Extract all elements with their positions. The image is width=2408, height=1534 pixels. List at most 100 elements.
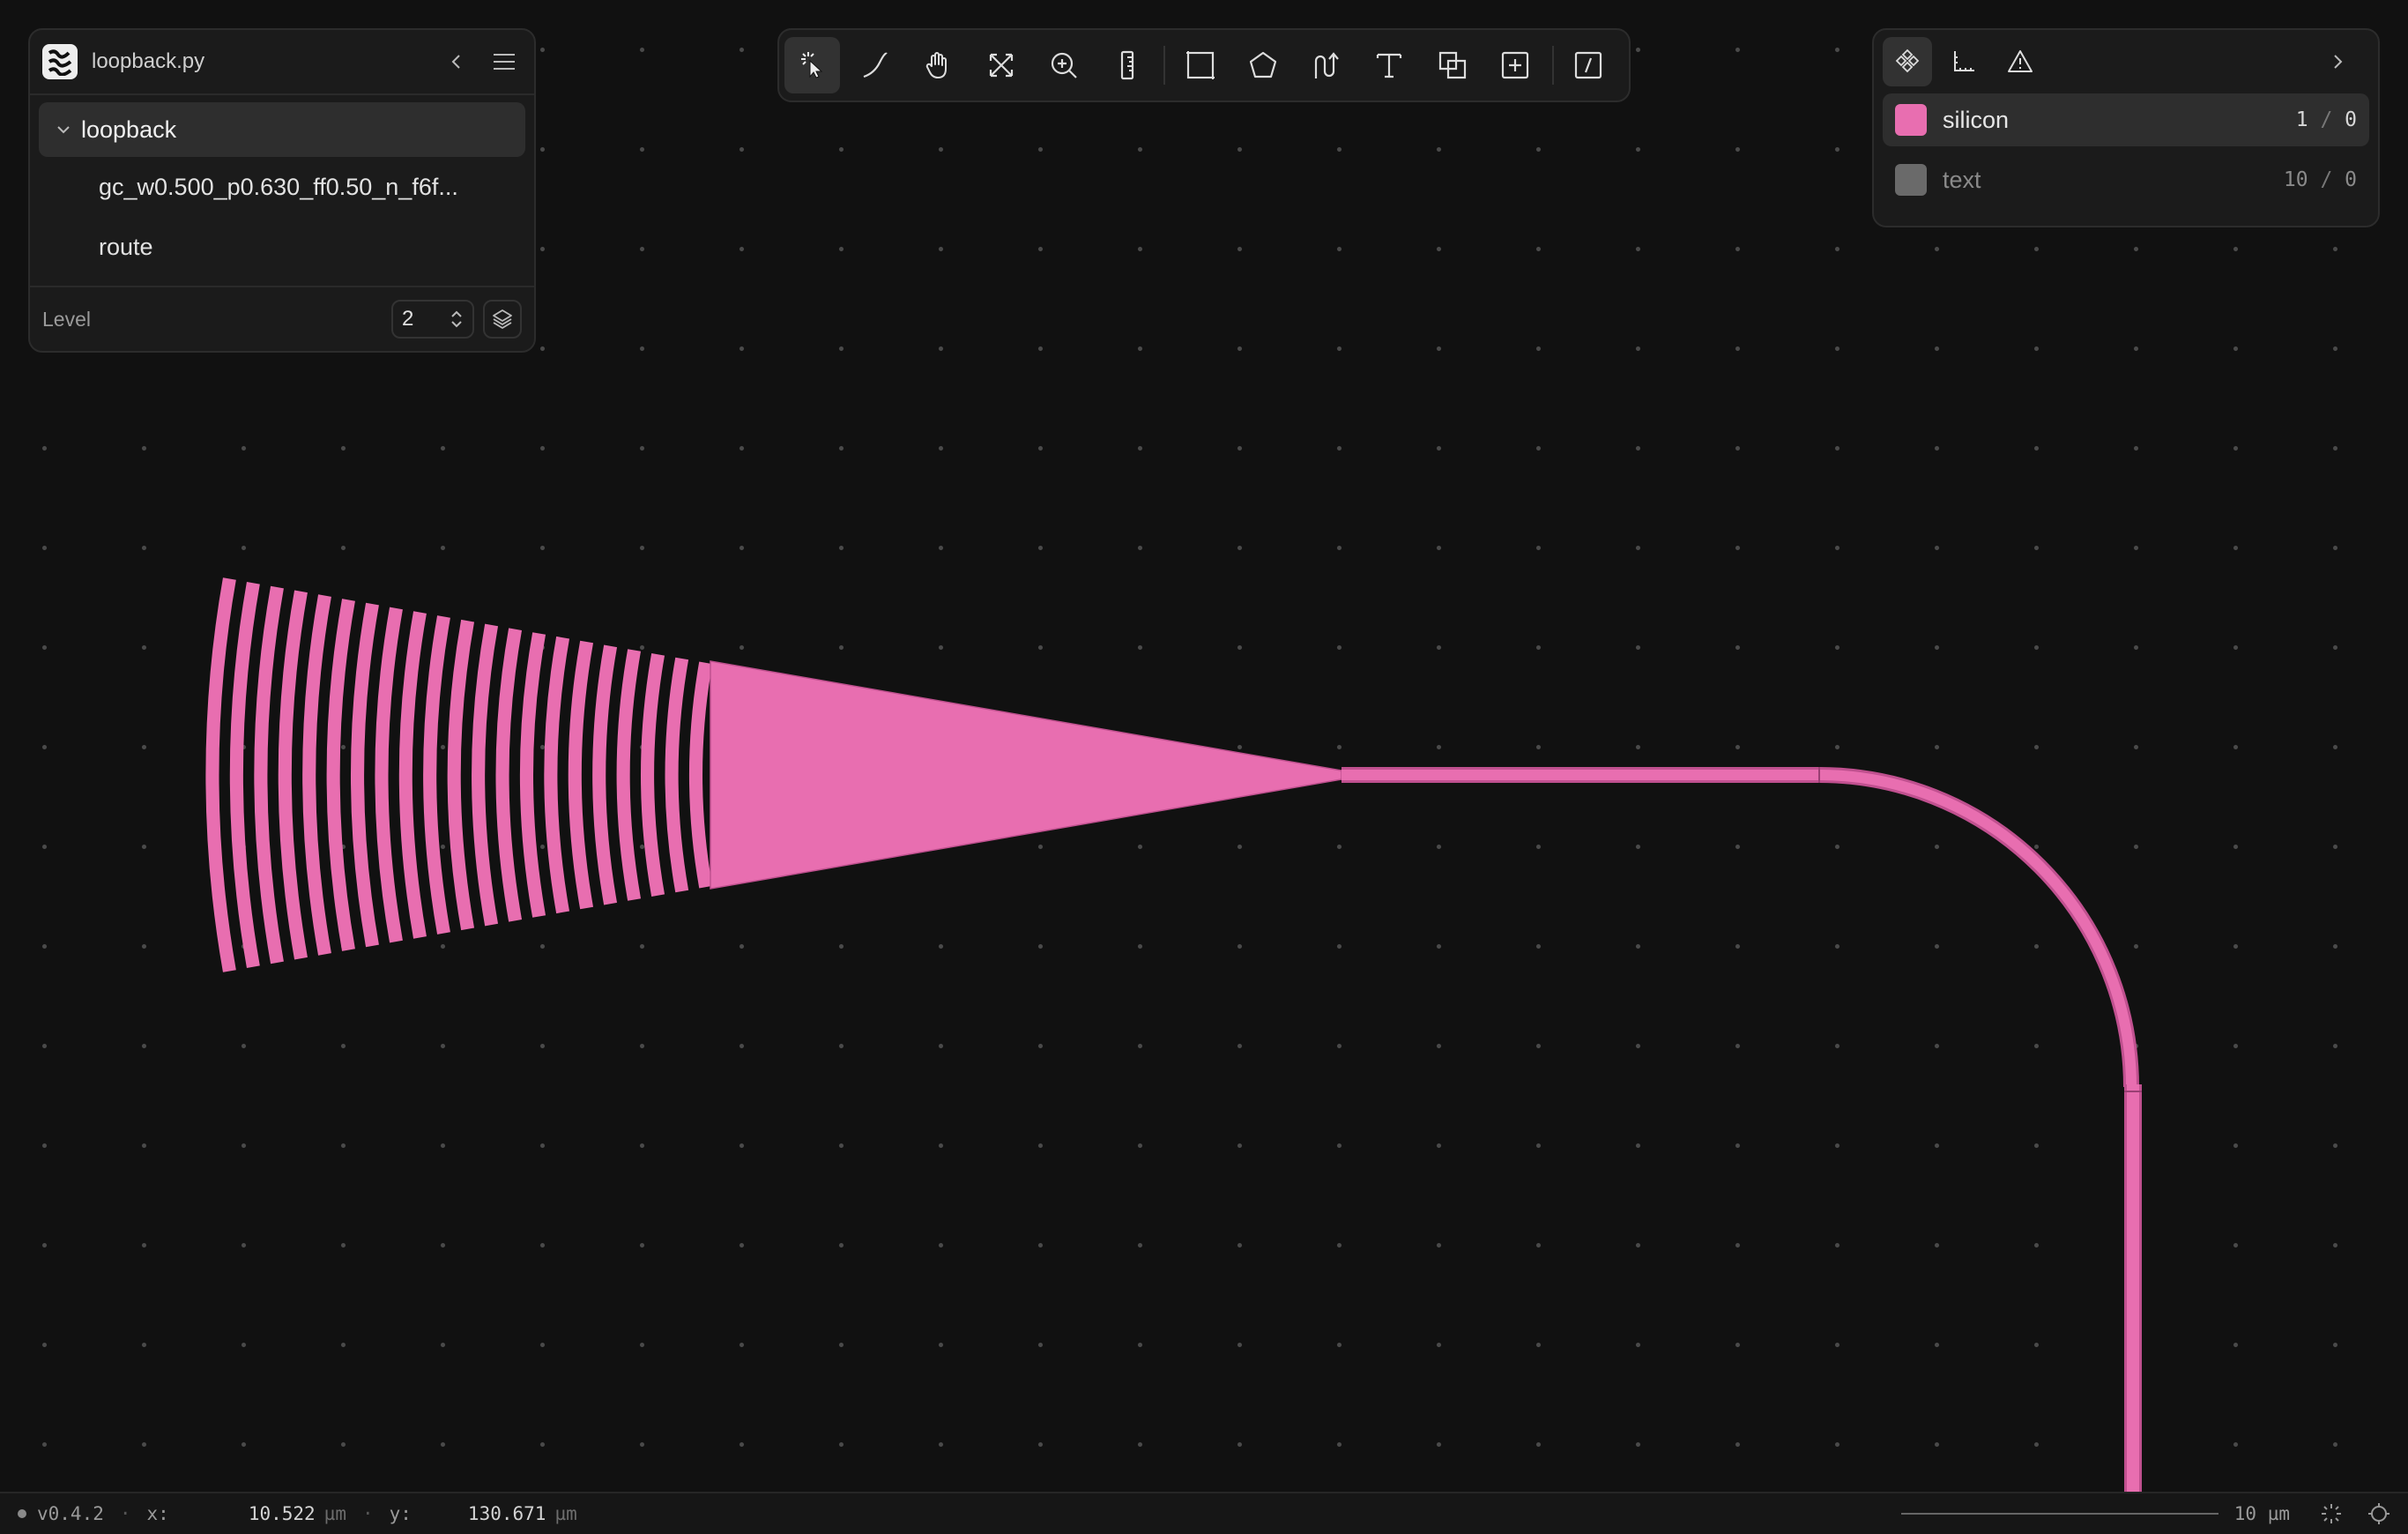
layer-color-swatch[interactable] — [1895, 164, 1927, 196]
tool-bar — [777, 28, 1631, 102]
expand-panel-button[interactable] — [2313, 37, 2362, 86]
pentagon-icon — [1250, 51, 1277, 78]
tool-boolean[interactable] — [1424, 37, 1480, 93]
tool-select[interactable] — [784, 37, 841, 93]
grating-tooth — [689, 661, 713, 889]
tool-polygon[interactable] — [1236, 37, 1291, 93]
app-version: v0.4.2 — [37, 1503, 104, 1524]
route-icon — [1314, 52, 1339, 78]
level-stepper[interactable]: 2 — [391, 300, 474, 339]
tree-item-label: loopback — [81, 115, 177, 143]
chevron-down-icon[interactable] — [53, 119, 74, 140]
tab-warnings[interactable] — [1996, 37, 2045, 86]
grating-tooth — [641, 652, 665, 897]
level-label: Level — [42, 307, 91, 331]
angle-ruler-icon — [1954, 51, 1974, 71]
loading-spinner-icon — [2320, 1502, 2343, 1525]
rectangle-icon — [1186, 51, 1215, 79]
tool-route[interactable] — [1298, 37, 1354, 93]
grating-tooth — [326, 599, 355, 951]
level-controls: Level 2 — [30, 286, 534, 351]
plus-square-icon — [1501, 51, 1529, 79]
layers-icon — [493, 309, 512, 329]
grating-tooth — [616, 649, 642, 901]
layer-name: silicon — [1943, 106, 2010, 133]
level-value: 2 — [402, 307, 414, 331]
y-label: y: — [389, 1503, 412, 1524]
y-coordinate: 130.671 — [467, 1503, 546, 1524]
y-unit: µm — [554, 1503, 577, 1524]
file-name: loopback.py — [92, 49, 205, 73]
tool-pan[interactable] — [910, 37, 966, 93]
x-coordinate: 10.522 — [248, 1503, 316, 1524]
tool-path[interactable] — [847, 37, 903, 93]
menu-icon[interactable] — [487, 44, 522, 79]
grating-tooth — [520, 632, 546, 918]
collapse-panel-icon[interactable] — [439, 44, 474, 79]
tab-layers[interactable] — [1883, 37, 1932, 86]
grating-tooth — [302, 594, 331, 956]
tool-add-instance[interactable] — [1487, 37, 1542, 93]
scale-bar — [1900, 1513, 2218, 1515]
layers-panel: silicon 1 / 0 text 10 / 0 — [1872, 28, 2380, 227]
grating-tooth — [254, 585, 284, 964]
tree-item-loopback[interactable]: loopback — [39, 102, 525, 157]
cell-hierarchy-panel: loopback.py loopback gc_w0.500_p0.630_ff… — [28, 28, 536, 353]
grating-tooth — [544, 636, 570, 914]
grating-teeth — [205, 577, 713, 972]
layer-count: 10 / 0 — [2283, 168, 2357, 191]
grating-tooth — [398, 611, 427, 939]
stepper-arrows-icon[interactable] — [450, 309, 464, 330]
tool-ruler[interactable] — [1099, 37, 1155, 93]
layer-color-swatch[interactable] — [1895, 104, 1927, 136]
x-label: x: — [146, 1503, 169, 1524]
x-unit: µm — [323, 1503, 346, 1524]
crosshair-icon[interactable] — [2367, 1502, 2390, 1525]
toolbar-separator — [1551, 46, 1554, 85]
grating-tooth — [447, 619, 475, 931]
route-waveguide[interactable] — [1341, 767, 2142, 1492]
tool-fit[interactable] — [973, 37, 1029, 93]
grating-tooth — [472, 623, 499, 927]
panel-header: loopback.py — [30, 30, 534, 95]
code-slash-icon — [1575, 51, 1602, 79]
warning-triangle-icon — [2008, 50, 2033, 72]
path-curve-icon — [863, 52, 888, 78]
grating-tooth — [592, 644, 618, 905]
layer-count: 1 / 0 — [2295, 108, 2357, 131]
layer-name: text — [1943, 166, 1981, 193]
grating-tooth — [665, 657, 689, 893]
panel-tabs — [1874, 30, 2378, 93]
chevron-right-icon — [2334, 55, 2343, 69]
layers-toggle-button[interactable] — [483, 300, 522, 339]
separator: · — [361, 1503, 374, 1524]
tool-zoom[interactable] — [1037, 37, 1092, 93]
waveguide-bend-core — [1818, 770, 2137, 1088]
status-indicator — [18, 1509, 26, 1518]
tool-text[interactable] — [1362, 37, 1417, 93]
tool-code[interactable] — [1561, 37, 1616, 93]
zoom-in-icon — [1052, 52, 1078, 78]
status-bar: v0.4.2 · x: 10.522 µm · y: 130.671 µm 10… — [0, 1492, 2408, 1534]
tree-item-grating-coupler[interactable]: gc_w0.500_p0.630_ff0.50_n_f6f... — [30, 157, 534, 217]
separator: · — [119, 1503, 131, 1524]
overlap-squares-icon — [1438, 51, 1466, 79]
tab-ports[interactable] — [1939, 37, 1988, 86]
grating-coupler[interactable] — [205, 577, 1342, 972]
grating-tooth — [278, 590, 308, 960]
layer-row-silicon[interactable]: silicon 1 / 0 — [1883, 93, 2369, 146]
tool-rectangle[interactable] — [1172, 37, 1228, 93]
layer-row-text[interactable]: text 10 / 0 — [1883, 153, 2369, 206]
app-logo-icon — [42, 44, 78, 79]
grating-taper — [710, 660, 1342, 890]
scale-label: 10 µm — [2233, 1503, 2290, 1524]
grating-tooth — [495, 628, 523, 922]
grating-tooth — [375, 607, 403, 943]
grating-tooth — [568, 640, 594, 910]
layers-diamond-icon — [1895, 48, 1920, 73]
select-pointer-icon — [800, 52, 822, 78]
grating-tooth — [423, 615, 450, 935]
hand-icon — [926, 52, 948, 78]
tree-item-route[interactable]: route — [30, 217, 534, 277]
fit-arrows-icon — [989, 53, 1013, 78]
